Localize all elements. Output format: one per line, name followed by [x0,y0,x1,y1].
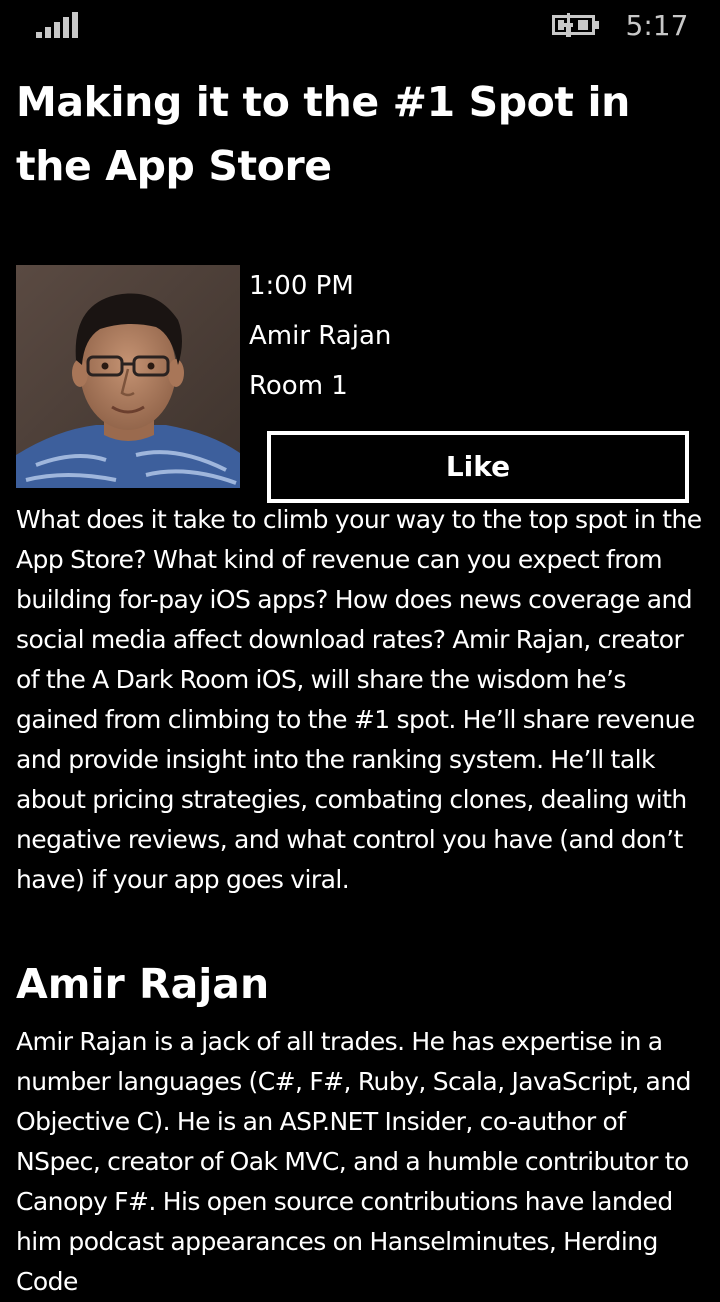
status-time: 5:17 [625,9,689,42]
session-room: Room 1 [249,371,348,401]
signal-strength-icon [36,12,78,38]
speaker-photo [16,265,240,488]
like-button[interactable]: Like [267,431,689,503]
session-description: What does it take to climb your way to t… [16,505,702,894]
speaker-bio-text: Amir Rajan is a jack of all trades. He h… [16,1027,692,1296]
session-time: 1:00 PM [249,271,354,301]
status-bar: 5:17 [0,0,720,50]
speaker-bio-heading: Amir Rajan [16,960,270,1008]
session-speaker[interactable]: Amir Rajan [249,316,391,356]
session-title: Making it to the #1 Spot in the App Stor… [16,78,630,190]
battery-charging-icon [552,13,599,37]
